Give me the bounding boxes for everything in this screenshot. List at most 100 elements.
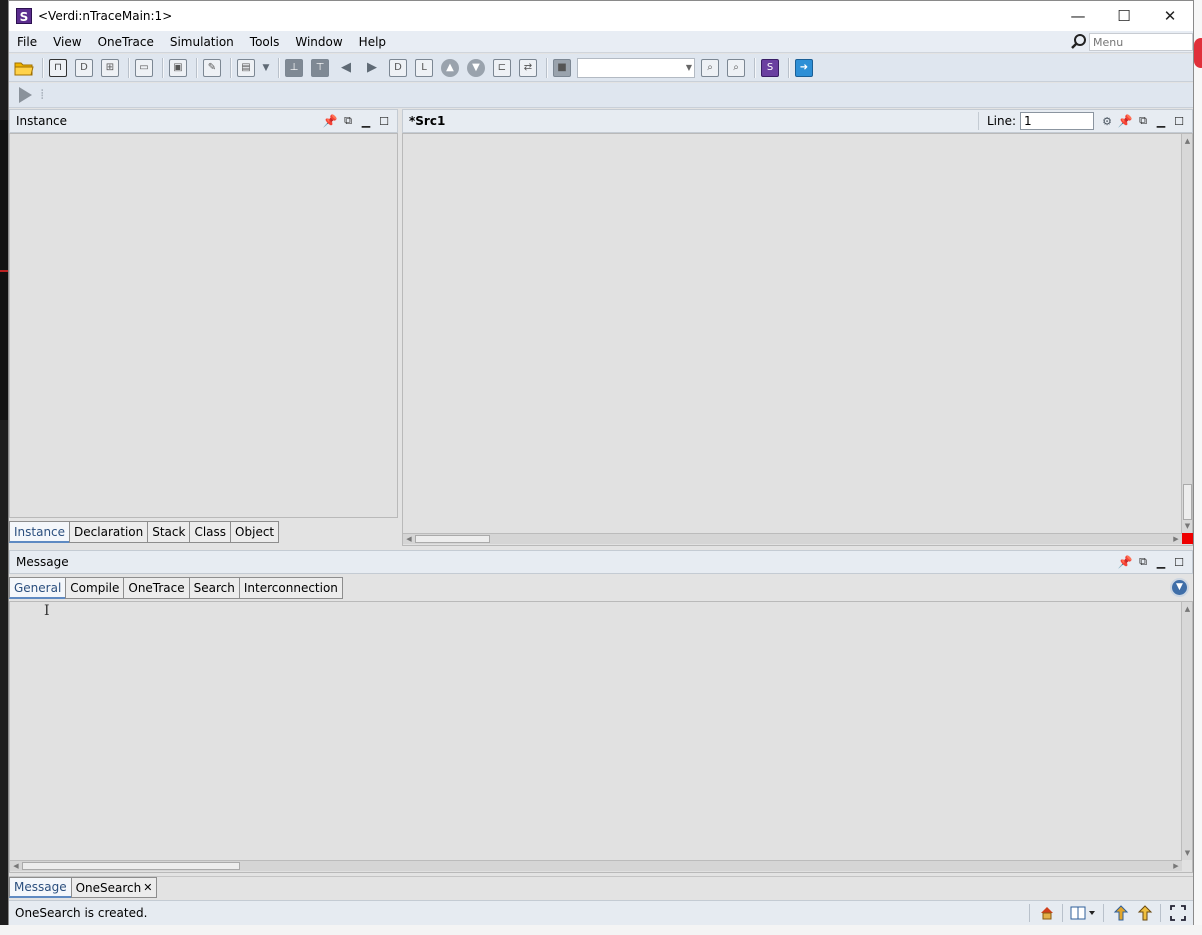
source-vertical-scrollbar[interactable]: ▲ ▼ (1181, 134, 1192, 533)
trace-load-icon[interactable]: ⊤ (309, 57, 331, 79)
arrow-down-circle-icon[interactable]: ▼ (465, 57, 487, 79)
tab-object[interactable]: Object (230, 521, 280, 543)
tab-onesearch[interactable]: OneSearch ✕ (70, 877, 158, 898)
tab-message[interactable]: Message (9, 877, 72, 898)
hierarchy-top-icon[interactable] (1134, 904, 1156, 922)
toolbar-separator (754, 57, 756, 78)
toolbar-separator (278, 57, 280, 78)
hierarchy-up-icon[interactable] (1110, 904, 1132, 922)
maximize-button[interactable]: ☐ (1101, 1, 1147, 31)
undock-icon[interactable]: ⧉ (1134, 113, 1152, 129)
stop-icon[interactable]: ■ (551, 57, 573, 79)
minimize-button[interactable]: — (1055, 1, 1101, 31)
toolbar-search-combo[interactable]: ▼ (577, 57, 695, 78)
toolbar-grip: ⁞ (40, 87, 45, 103)
tab-onetrace[interactable]: OneTrace (123, 577, 190, 599)
menu-onetrace[interactable]: OneTrace (90, 35, 162, 49)
minimize-panel-icon[interactable]: ▁ (1152, 113, 1170, 129)
arrow-up-circle-icon[interactable]: ▲ (439, 57, 461, 79)
maximize-panel-icon[interactable]: ☐ (1170, 554, 1188, 570)
scroll-down-icon[interactable]: ▼ (1183, 848, 1192, 858)
tab-compile[interactable]: Compile (65, 577, 125, 599)
layout-icon[interactable] (1069, 904, 1099, 922)
document-dropdown-icon[interactable]: ▤ (235, 57, 257, 79)
source-horizontal-scrollbar[interactable]: ◀ ▶ (403, 533, 1182, 544)
scroll-left-icon[interactable]: ◀ (11, 861, 21, 871)
toolbar-separator (128, 57, 130, 78)
status-indicator-red (1182, 533, 1193, 544)
synopsys-app-icon[interactable]: S (759, 57, 781, 79)
connect-icon[interactable]: ⊏ (491, 57, 513, 79)
tab-declaration[interactable]: Declaration (69, 521, 149, 543)
driver-d-icon[interactable]: D (387, 57, 409, 79)
pin-icon[interactable]: 📌 (1116, 113, 1134, 129)
tab-class[interactable]: Class (189, 521, 232, 543)
menu-view[interactable]: View (45, 35, 89, 49)
menu-tools[interactable]: Tools (242, 35, 288, 49)
scroll-up-icon[interactable]: ▲ (1183, 604, 1192, 614)
menu-simulation[interactable]: Simulation (162, 35, 242, 49)
undock-icon[interactable]: ⧉ (1134, 554, 1152, 570)
line-number-input[interactable] (1020, 112, 1094, 130)
scroll-up-icon[interactable]: ▲ (1183, 136, 1192, 146)
tab-general[interactable]: General (9, 577, 67, 599)
menu-search-input[interactable] (1089, 33, 1193, 51)
scroll-thumb[interactable] (22, 862, 240, 870)
edit-icon[interactable]: ✎ (201, 57, 223, 79)
minimize-panel-icon[interactable]: ▁ (1152, 554, 1170, 570)
folder-icon[interactable]: ▣ (167, 57, 189, 79)
status-separator (1062, 904, 1063, 922)
scroll-right-icon[interactable]: ▶ (1171, 534, 1181, 544)
close-button[interactable]: ✕ (1147, 1, 1193, 31)
scroll-down-icon[interactable]: ▼ (1183, 521, 1192, 531)
play-icon[interactable] (19, 87, 32, 103)
find-icon[interactable]: ⌕ (699, 57, 721, 79)
scroll-right-icon[interactable]: ▶ (1171, 861, 1181, 871)
load-l-icon[interactable]: L (413, 57, 435, 79)
tab-instance[interactable]: Instance (9, 521, 71, 543)
arrow-right-icon[interactable]: ▶ (361, 57, 383, 79)
arrow-left-icon[interactable]: ◀ (335, 57, 357, 79)
message-panel: Message 📌 ⧉ ▁ ☐ General Compile OneTrace… (9, 550, 1193, 875)
maximize-panel-icon[interactable]: ☐ (375, 113, 393, 129)
menu-help[interactable]: Help (351, 35, 394, 49)
menu-file[interactable]: File (9, 35, 45, 49)
tab-search[interactable]: Search (188, 577, 240, 599)
waveform-icon[interactable]: ⊓ (47, 57, 69, 79)
export-icon[interactable]: ➜ (793, 57, 815, 79)
window-title: <Verdi:nTraceMain:1> (38, 9, 173, 23)
background-red-line (0, 270, 8, 272)
fullscreen-icon[interactable] (1167, 904, 1189, 922)
menu-window[interactable]: Window (287, 35, 350, 49)
undock-icon[interactable]: ⧉ (339, 113, 357, 129)
maximize-panel-icon[interactable]: ☐ (1170, 113, 1188, 129)
scroll-thumb[interactable] (415, 535, 490, 543)
source-code-area[interactable]: ▲ ▼ ◀ ▶ (402, 133, 1193, 546)
pin-icon[interactable]: 📌 (1116, 554, 1134, 570)
swap-icon[interactable]: ⇄ (517, 57, 539, 79)
message-vertical-scrollbar[interactable]: ▲ ▼ (1181, 602, 1192, 860)
schematic-icon[interactable]: D (73, 57, 95, 79)
source-tab-title[interactable]: *Src1 (409, 114, 445, 128)
hierarchy-icon[interactable]: ⊞ (99, 57, 121, 79)
tab-stack[interactable]: Stack (147, 521, 191, 543)
chevron-down-icon[interactable]: ▼ (261, 57, 271, 79)
open-folder-icon[interactable] (13, 57, 35, 79)
message-text-area[interactable]: ▲ ▼ ◀ ▶ (9, 601, 1193, 873)
scroll-left-icon[interactable]: ◀ (404, 534, 414, 544)
find-next-icon[interactable]: ⌕ (725, 57, 747, 79)
tab-list-dropdown-icon[interactable]: ▼ (1170, 578, 1189, 597)
instance-tree-area[interactable] (9, 133, 398, 518)
home-icon[interactable] (1036, 904, 1058, 922)
trace-driver-icon[interactable]: ⊥ (283, 57, 305, 79)
tab-interconnection[interactable]: Interconnection (238, 577, 343, 599)
settings-gear-icon[interactable]: ⚙ (1098, 113, 1116, 129)
pin-icon[interactable]: 📌 (321, 113, 339, 129)
window-icon[interactable]: ▭ (133, 57, 155, 79)
scroll-thumb[interactable] (1183, 484, 1192, 520)
minimize-panel-icon[interactable]: ▁ (357, 113, 375, 129)
close-tab-icon[interactable]: ✕ (143, 881, 152, 894)
message-horizontal-scrollbar[interactable]: ◀ ▶ (10, 860, 1182, 871)
status-separator (1160, 904, 1161, 922)
toolbar-separator (546, 57, 548, 78)
